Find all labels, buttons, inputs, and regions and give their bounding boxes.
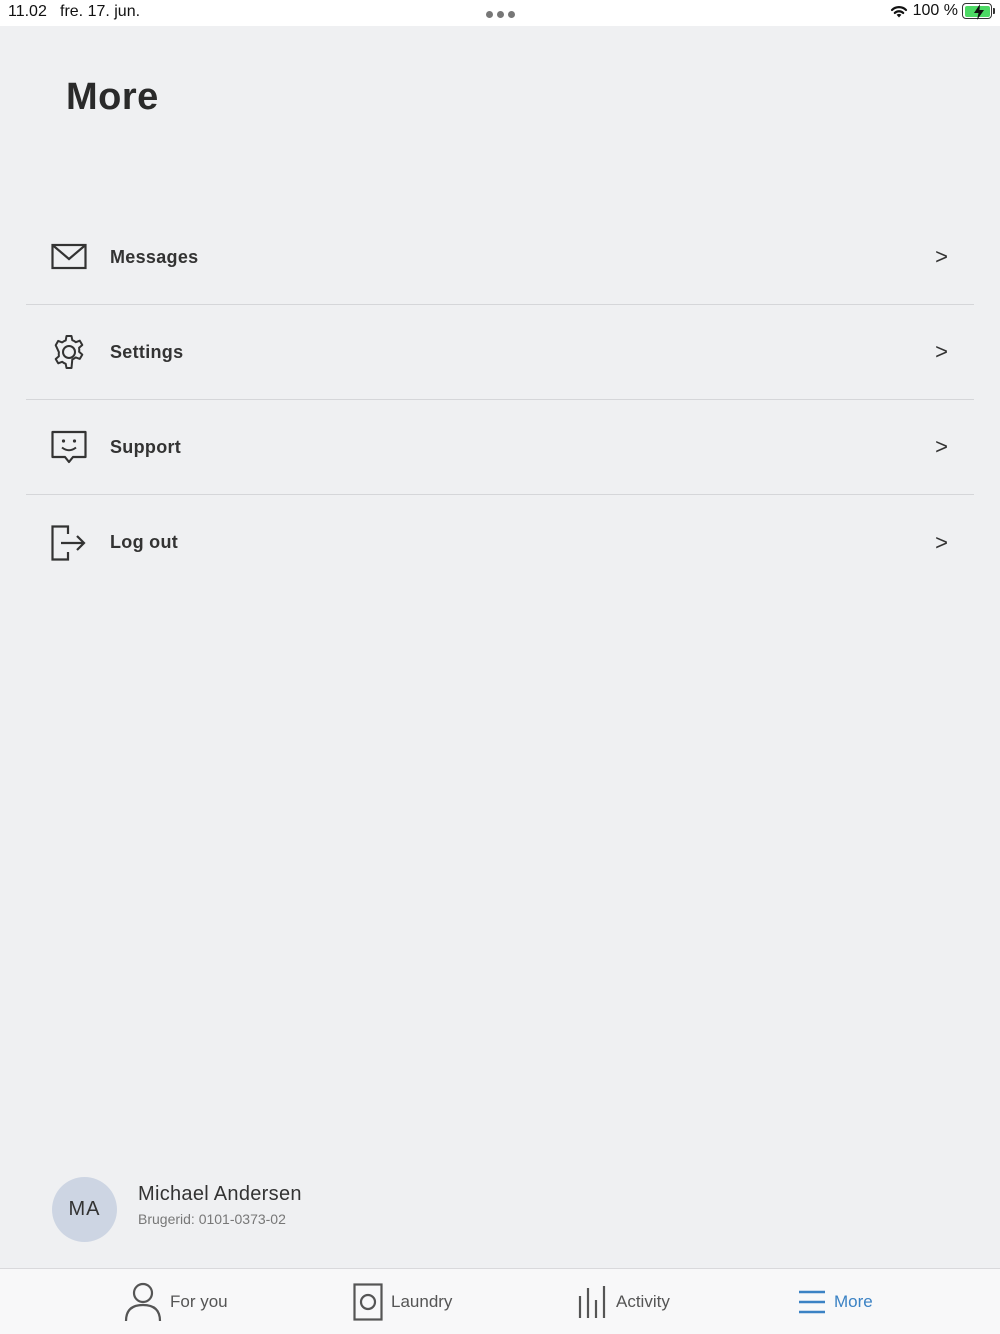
tab-more[interactable]: More [798, 1269, 873, 1334]
chevron-right-icon: > [935, 339, 948, 364]
profile-name: Michael Andersen [138, 1183, 302, 1205]
menu-item-support[interactable]: Support > [26, 400, 974, 495]
tab-activity[interactable]: Activity [578, 1269, 670, 1334]
menu-icon [799, 1290, 825, 1314]
menu-label: Log out [110, 532, 179, 552]
battery-percent: 100 % [912, 2, 958, 19]
menu-label: Support [110, 436, 182, 457]
tab-for-you[interactable]: For you [124, 1269, 228, 1334]
tab-label: Laundry [391, 1292, 453, 1311]
tab-label: More [834, 1292, 873, 1311]
chevron-right-icon: > [935, 434, 948, 459]
logout-icon [51, 524, 86, 561]
envelope-icon [51, 243, 87, 270]
wifi-icon [890, 6, 907, 18]
page-title: More [66, 76, 159, 118]
tab-laundry[interactable]: Laundry [353, 1269, 452, 1334]
status-right: 100 % [889, 2, 995, 20]
washing-machine-icon [353, 1283, 383, 1321]
gear-icon [54, 335, 84, 369]
tab-label: For you [170, 1292, 228, 1311]
avatar: MA [52, 1177, 117, 1242]
bars-icon [578, 1286, 606, 1318]
tab-label: Activity [616, 1292, 670, 1311]
more-menu: Messages > Settings > Support > Log out … [26, 210, 974, 590]
person-icon [124, 1282, 162, 1322]
chevron-right-icon: > [935, 244, 948, 269]
menu-label: Messages [110, 246, 199, 267]
status-time: 11.02 [8, 3, 47, 20]
multitasking-dots-icon[interactable] [486, 11, 515, 18]
chevron-right-icon: > [935, 529, 948, 555]
menu-label: Settings [110, 341, 184, 362]
support-chat-icon [51, 430, 87, 464]
menu-item-logout[interactable]: Log out > [26, 495, 974, 590]
tab-bar: For you Laundry Activity More [0, 1268, 1000, 1334]
status-date: fre. 17. jun. [60, 3, 141, 20]
menu-item-settings[interactable]: Settings > [26, 305, 974, 400]
profile-user-id: Brugerid: 0101-0373-02 [138, 1211, 286, 1227]
status-bar: 11.02 fre. 17. jun. 100 % [0, 0, 1000, 26]
battery-icon [962, 3, 995, 20]
menu-item-messages[interactable]: Messages > [26, 210, 974, 305]
